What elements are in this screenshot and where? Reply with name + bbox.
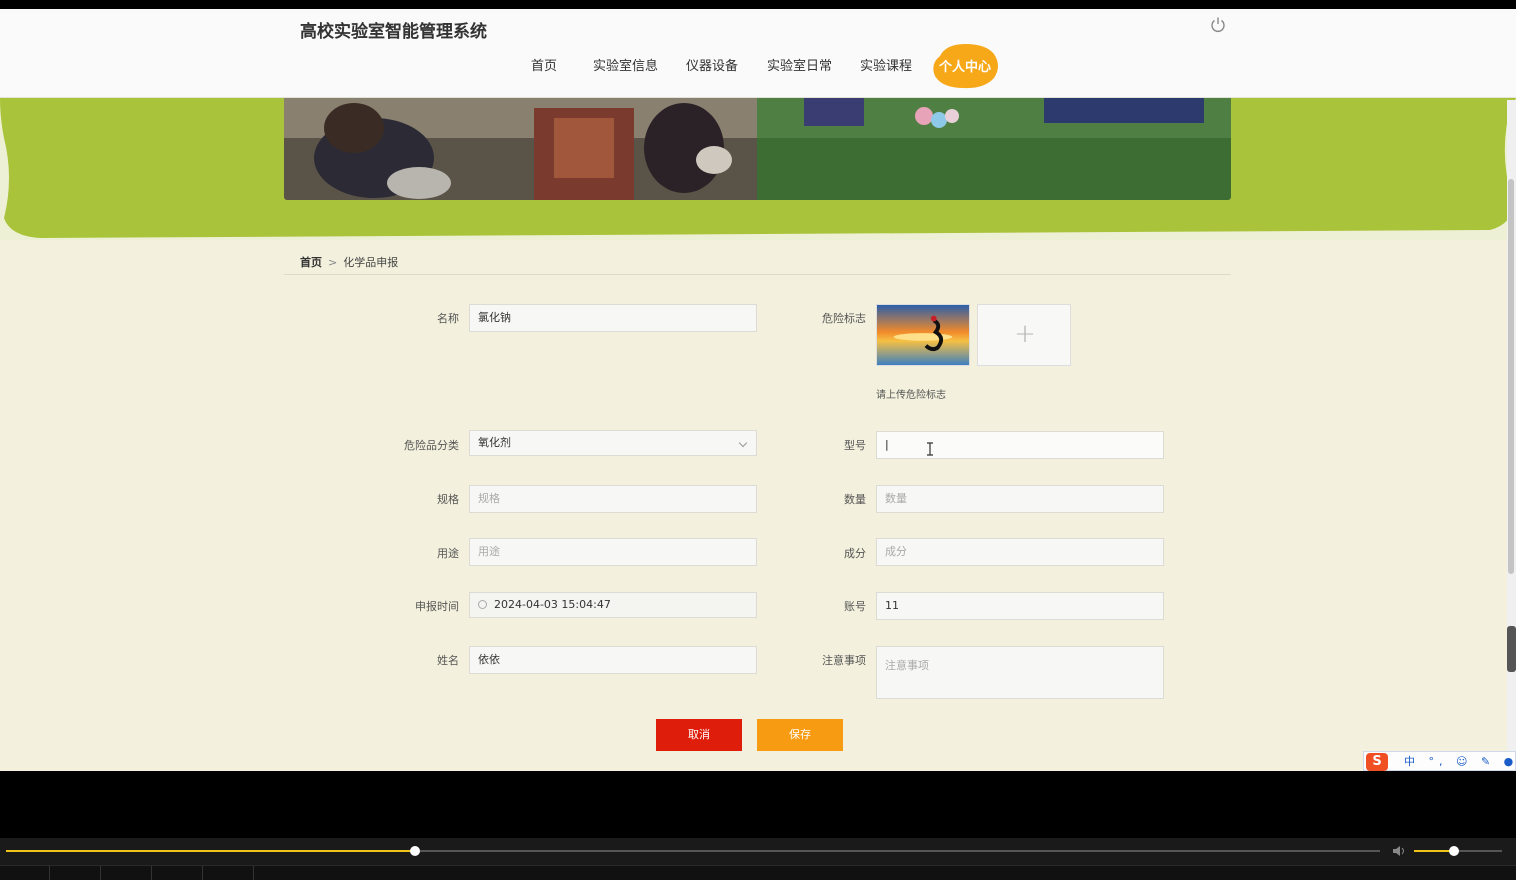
nav-item-personal-center-label: 个人中心 xyxy=(938,60,991,75)
volume-slider-knob[interactable] xyxy=(1448,846,1459,856)
nav-item-lab-daily[interactable]: 实验室日常 xyxy=(767,55,832,74)
notes-textarea[interactable]: 注意事项 xyxy=(876,646,1164,699)
name-label: 名称 xyxy=(437,312,459,325)
save-button[interactable]: 保存 xyxy=(757,719,843,751)
site-header: 高校实验室智能管理系统 首页 实验室信息 仪器设备 实验室日常 实验课程 xyxy=(0,9,1516,98)
nav-item-home[interactable]: 首页 xyxy=(531,55,557,74)
hazard-sign-upload-button[interactable]: + xyxy=(977,304,1071,366)
page-scrollbar-thumb[interactable] xyxy=(1508,179,1514,574)
taskbar-slot[interactable] xyxy=(153,866,203,880)
model-field[interactable]: | xyxy=(876,431,1164,459)
cancel-button[interactable]: 取消 xyxy=(656,719,742,751)
nav-item-courses[interactable]: 实验课程 xyxy=(860,55,912,74)
composition-label: 成分 xyxy=(844,547,866,560)
ime-toolbar-icons[interactable]: 中 °, ☺ ✎ ● ▦ xyxy=(1404,753,1516,769)
category-select[interactable]: 氧化剂 xyxy=(469,430,757,456)
account-field[interactable]: 11 xyxy=(876,592,1164,620)
usage-label: 用途 xyxy=(437,547,459,560)
report-time-value: 2024-04-03 15:04:47 xyxy=(494,598,611,611)
chevron-down-icon xyxy=(738,438,748,448)
screen: 高校实验室智能管理系统 首页 实验室信息 仪器设备 实验室日常 实验课程 个人中… xyxy=(0,0,1516,880)
composition-field[interactable]: 成分 xyxy=(876,538,1164,566)
account-label: 账号 xyxy=(844,600,866,613)
person-name-label: 姓名 xyxy=(437,654,459,667)
taskbar-slot[interactable] xyxy=(51,866,101,880)
ime-toolbar[interactable]: S 中 °, ☺ ✎ ● ▦ xyxy=(1363,751,1516,771)
breadcrumb-current: 化学品申报 xyxy=(343,256,399,269)
quantity-label: 数量 xyxy=(844,493,866,506)
nav-item-equipment[interactable]: 仪器设备 xyxy=(686,55,738,74)
model-label: 型号 xyxy=(844,439,866,452)
name-field[interactable]: 氯化钠 xyxy=(469,304,757,332)
text-cursor-icon xyxy=(927,442,933,456)
hazard-sign-image[interactable] xyxy=(876,304,970,366)
logout-power-icon[interactable] xyxy=(1208,15,1228,35)
upload-plus-icon: + xyxy=(1014,319,1036,349)
quantity-field[interactable]: 数量 xyxy=(876,485,1164,513)
notes-label: 注意事项 xyxy=(822,654,866,667)
spec-field[interactable]: 规格 xyxy=(469,485,757,513)
nav-item-lab-info[interactable]: 实验室信息 xyxy=(593,55,658,74)
side-drag-handle[interactable] xyxy=(1507,626,1516,672)
seek-bar-progress xyxy=(6,850,416,852)
banner-photo xyxy=(284,98,1231,200)
hazard-sign-label: 危险标志 xyxy=(822,312,866,325)
usage-field[interactable]: 用途 xyxy=(469,538,757,566)
report-time-field[interactable]: 2024-04-03 15:04:47 xyxy=(469,592,757,618)
breadcrumb-separator: > xyxy=(328,256,338,269)
hazard-sign-hint: 请上传危险标志 xyxy=(876,390,946,401)
taskbar-slot[interactable] xyxy=(0,866,50,880)
category-label: 危险品分类 xyxy=(404,439,459,452)
main-nav: 首页 实验室信息 仪器设备 实验室日常 实验课程 xyxy=(0,55,1516,77)
nav-item-personal-center[interactable]: 个人中心 xyxy=(930,42,1000,90)
spec-label: 规格 xyxy=(437,493,459,506)
person-name-field[interactable]: 依依 xyxy=(469,646,757,674)
breadcrumb-home[interactable]: 首页 xyxy=(300,256,322,269)
browser-page: 高校实验室智能管理系统 首页 实验室信息 仪器设备 实验室日常 实验课程 个人中… xyxy=(0,9,1516,771)
site-title: 高校实验室智能管理系统 xyxy=(300,22,487,42)
taskbar-slot[interactable] xyxy=(204,866,254,880)
taskbar-slot[interactable] xyxy=(102,866,152,880)
breadcrumb: 首页 > 化学品申报 xyxy=(300,254,398,270)
volume-slider-level xyxy=(1414,850,1454,852)
clock-icon xyxy=(478,600,487,609)
category-value: 氧化剂 xyxy=(478,436,511,449)
report-time-label: 申报时间 xyxy=(415,600,459,613)
sogou-logo-icon: S xyxy=(1366,753,1388,771)
volume-icon[interactable] xyxy=(1392,845,1408,857)
breadcrumb-divider xyxy=(284,274,1231,275)
